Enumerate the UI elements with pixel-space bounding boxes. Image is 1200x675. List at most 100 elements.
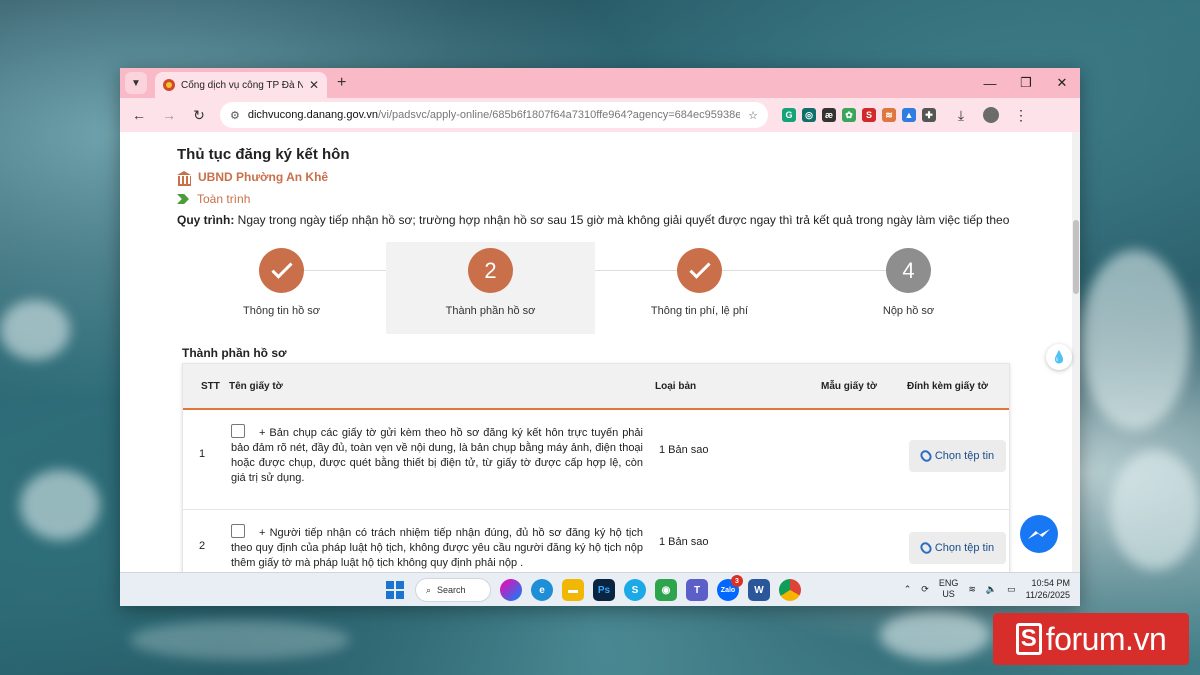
close-tab-icon[interactable]: ✕ bbox=[309, 78, 319, 92]
building-icon bbox=[177, 170, 192, 186]
header-name: Tên giấy tờ bbox=[229, 381, 283, 392]
grammarly-extension-icon[interactable]: G bbox=[782, 108, 796, 122]
address-bar[interactable]: ⚙ dichvucong.danang.gov.vn/vi/padsvc/app… bbox=[220, 102, 768, 128]
table-header: STT Tên giấy tờ Loại bản Mẫu giấy tờ Đín… bbox=[183, 364, 1009, 410]
header-template: Mẫu giấy tờ bbox=[821, 381, 878, 392]
page-title: Thủ tục đăng ký kết hôn bbox=[177, 146, 350, 163]
search-icon: ⌕ bbox=[426, 584, 432, 595]
zalo-icon[interactable]: Zalo 3 bbox=[717, 575, 743, 601]
paperclip-icon bbox=[918, 540, 934, 556]
messenger-icon[interactable] bbox=[1020, 515, 1058, 553]
restore-button[interactable]: ❐ bbox=[1008, 68, 1044, 98]
choose-file-button[interactable]: Chọn tệp tin bbox=[909, 532, 1006, 564]
file-explorer-icon[interactable]: ▬ bbox=[562, 579, 584, 601]
row-stt: 1 bbox=[199, 448, 206, 460]
chevron-down-icon: ▼ bbox=[131, 77, 141, 89]
web-page: Thủ tục đăng ký kết hôn UBND Phường An K… bbox=[120, 132, 1080, 572]
paperclip-icon bbox=[918, 448, 934, 464]
battery-icon[interactable]: ▭ bbox=[1007, 584, 1016, 595]
section-title: Thành phần hồ sơ bbox=[182, 346, 287, 360]
download-icon[interactable]: ⤓ bbox=[948, 102, 974, 128]
volume-icon[interactable]: 🔈 bbox=[986, 584, 997, 595]
step-3[interactable]: Thông tin phí, lệ phí bbox=[595, 242, 804, 334]
sforum-logo: S forum.vn bbox=[993, 613, 1189, 665]
tab-search-button[interactable]: ▼ bbox=[125, 72, 147, 94]
scope-label: Toàn trình bbox=[197, 192, 251, 206]
minimize-button[interactable]: — bbox=[972, 68, 1008, 98]
documents-table: STT Tên giấy tờ Loại bản Mẫu giấy tờ Đín… bbox=[182, 363, 1010, 572]
puzzle-extension-icon[interactable]: ✚ bbox=[922, 108, 936, 122]
copilot-icon[interactable] bbox=[500, 579, 522, 601]
language-indicator[interactable]: ENG US bbox=[939, 578, 959, 600]
process-description: Quy trình: Ngay trong ngày tiếp nhận hồ … bbox=[177, 213, 1010, 227]
dropbox-extension-icon[interactable]: ▲ bbox=[902, 108, 916, 122]
header-type: Loại bản bbox=[655, 381, 697, 392]
step-2[interactable]: 2 Thành phần hồ sơ bbox=[386, 242, 595, 334]
header-stt: STT bbox=[201, 381, 220, 392]
chevron-up-icon[interactable]: ⌃ bbox=[904, 584, 912, 595]
frog-extension-icon[interactable]: ✿ bbox=[842, 108, 856, 122]
document-name: + Người tiếp nhận có trách nhiệm tiếp nh… bbox=[231, 524, 643, 571]
row-checkbox[interactable] bbox=[231, 524, 245, 538]
sforum-s-mark: S bbox=[1015, 623, 1042, 655]
red-extension-icon[interactable]: S bbox=[862, 108, 876, 122]
close-window-button[interactable]: ✕ bbox=[1044, 68, 1080, 98]
system-tray: ⌃ ⟳ ENG US ≋ 🔈 ▭ 10:54 PM 11/26/2025 bbox=[904, 577, 1070, 601]
step-label: Thông tin hồ sơ bbox=[243, 305, 320, 317]
browser-tab[interactable]: Cổng dịch vụ công TP Đà Nẵng ✕ bbox=[155, 72, 327, 98]
step-label: Thông tin phí, lệ phí bbox=[650, 305, 749, 317]
step-number: 2 bbox=[468, 248, 513, 293]
choose-file-button[interactable]: Chọn tệp tin bbox=[909, 440, 1006, 472]
wifi-extension-icon[interactable]: ≋ bbox=[882, 108, 896, 122]
browser-window: ▼ Cổng dịch vụ công TP Đà Nẵng ✕ + — ❐ ✕… bbox=[120, 68, 1080, 606]
teams-icon[interactable]: T bbox=[686, 579, 708, 601]
taskbar-apps: ⌕ Search e ▬ Ps S ◉ T Zalo 3 W bbox=[384, 575, 801, 602]
site-settings-icon[interactable]: ⚙ bbox=[230, 109, 240, 122]
word-icon[interactable]: W bbox=[748, 579, 770, 601]
water-drop-icon[interactable]: 💧 bbox=[1046, 344, 1072, 370]
profile-avatar[interactable] bbox=[978, 102, 1004, 128]
step-1[interactable]: Thông tin hồ sơ bbox=[177, 242, 386, 334]
step-check-icon bbox=[677, 248, 722, 293]
url-text[interactable]: dichvucong.danang.gov.vn/vi/padsvc/apply… bbox=[248, 109, 740, 121]
reload-button[interactable]: ↻ bbox=[186, 102, 212, 128]
browser-toolbar: ← → ↻ ⚙ dichvucong.danang.gov.vn/vi/pads… bbox=[120, 98, 1080, 132]
chrome-icon[interactable] bbox=[779, 579, 801, 601]
wifi-icon[interactable]: ≋ bbox=[968, 584, 976, 595]
step-4[interactable]: 4 Nộp hồ sơ bbox=[804, 242, 1013, 334]
back-button[interactable]: ← bbox=[126, 102, 152, 128]
table-body: 1 + Bản chụp các giấy tờ gửi kèm theo hồ … bbox=[183, 410, 1009, 572]
scroll-thumb[interactable] bbox=[1073, 220, 1079, 294]
start-button[interactable] bbox=[384, 579, 406, 601]
copy-type: 1 Bản sao bbox=[659, 536, 709, 548]
table-row: 1 + Bản chụp các giấy tờ gửi kèm theo hồ … bbox=[183, 410, 1009, 510]
progress-stepper: Thông tin hồ sơ 2 Thành phần hồ sơ Thông ti… bbox=[177, 242, 1013, 334]
ae-extension-icon[interactable]: æ bbox=[822, 108, 836, 122]
line-icon[interactable]: ◉ bbox=[655, 579, 677, 601]
chatgpt-extension-icon[interactable]: ◎ bbox=[802, 108, 816, 122]
chevron-right-icon bbox=[177, 194, 189, 204]
step-label: Nộp hồ sơ bbox=[882, 305, 935, 317]
page-scrollbar[interactable] bbox=[1072, 132, 1080, 572]
tab-bar: ▼ Cổng dịch vụ công TP Đà Nẵng ✕ + — ❐ ✕ bbox=[120, 68, 1080, 98]
row-stt: 2 bbox=[199, 540, 206, 552]
check-icon bbox=[270, 257, 293, 279]
edge-icon[interactable]: e bbox=[531, 579, 553, 601]
new-tab-button[interactable]: + bbox=[337, 74, 346, 92]
sync-icon[interactable]: ⟳ bbox=[921, 584, 929, 595]
photoshop-icon[interactable]: Ps bbox=[593, 579, 615, 601]
step-label: Thành phần hồ sơ bbox=[445, 305, 536, 317]
windows-taskbar: ⌕ Search e ▬ Ps S ◉ T Zalo 3 W ⌃ ⟳ ENG US ≋… bbox=[120, 572, 1080, 606]
check-icon bbox=[688, 257, 711, 279]
clock[interactable]: 10:54 PM 11/26/2025 bbox=[1026, 577, 1070, 601]
skype-icon[interactable]: S bbox=[624, 579, 646, 601]
browser-menu-icon[interactable]: ⋮ bbox=[1008, 102, 1034, 128]
forward-button[interactable]: → bbox=[156, 102, 182, 128]
step-number: 4 bbox=[886, 248, 931, 293]
taskbar-search[interactable]: ⌕ Search bbox=[415, 578, 491, 602]
bookmark-star-icon[interactable]: ☆ bbox=[748, 109, 758, 122]
row-checkbox[interactable] bbox=[231, 424, 245, 438]
table-row: 2 + Người tiếp nhận có trách nhiệm tiếp n… bbox=[183, 510, 1009, 572]
extensions-row: G ◎ æ ✿ S ≋ ▲ ✚ bbox=[782, 108, 936, 122]
tab-title: Cổng dịch vụ công TP Đà Nẵng bbox=[181, 79, 303, 91]
